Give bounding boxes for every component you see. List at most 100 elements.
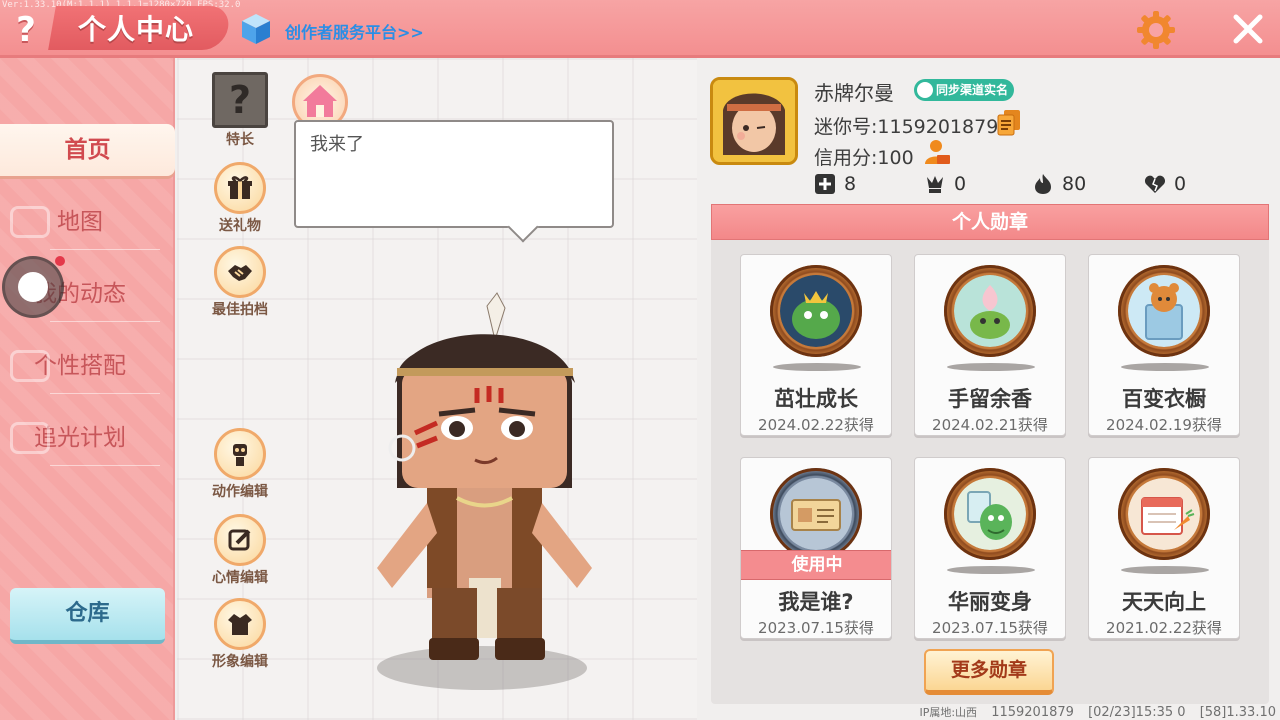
medal-card[interactable]: 茁壮成长 2024.02.22获得 [740, 254, 892, 436]
notification-dot [55, 256, 65, 266]
gear-icon[interactable] [1135, 9, 1177, 51]
handshake-icon [214, 246, 266, 298]
realname-badge[interactable]: 同步渠道实名 [914, 79, 1015, 101]
medal-name: 天天向上 [1122, 590, 1206, 614]
speech-bubble: 我来了 [294, 120, 614, 228]
gift-icon [214, 162, 266, 214]
edit-pencil-icon [214, 514, 266, 566]
trophy-person-icon [927, 176, 943, 193]
best-partner-label: 最佳拍档 [212, 302, 268, 318]
speech-text: 我来了 [310, 134, 364, 155]
medal-name: 百变衣橱 [1122, 387, 1206, 411]
nav-item-outfit[interactable]: 个性搭配 [0, 340, 160, 392]
calendar-carrot-icon [1118, 468, 1210, 560]
stat-heart[interactable]: 0 [1144, 173, 1186, 195]
medal-card[interactable]: 手留余香 2024.02.21获得 [914, 254, 1066, 436]
dino-mirror-icon [944, 468, 1036, 560]
mood-edit-label: 心情编辑 [212, 570, 268, 586]
cube-icon [242, 14, 270, 44]
mood-edit-button[interactable]: 心情编辑 [205, 514, 275, 587]
username: 赤牌尔曼 [814, 81, 894, 105]
mini-id: 迷你号:1159201879 [814, 116, 999, 138]
medal-date: 2024.02.19获得 [1106, 416, 1222, 434]
stat-plus[interactable]: 8 [814, 173, 856, 195]
credit-score: 信用分:100 [814, 147, 914, 169]
action-robot-icon [214, 428, 266, 480]
question-box-icon: ? [212, 72, 268, 128]
medal-date: 2023.07.15获得 [932, 619, 1048, 637]
realname-badge-label: 同步渠道实名 [936, 83, 1009, 97]
medal-header: 个人勋章 [711, 204, 1269, 240]
gift-label: 送礼物 [219, 218, 261, 234]
nav-item-label: 地图 [57, 209, 103, 235]
medal-card[interactable]: 天天向上 2021.02.22获得 [1088, 457, 1240, 639]
profile-header: 赤牌尔曼 同步渠道实名 迷你号:1159201879 信用分:100 8 0 8… [710, 75, 1270, 200]
nav-item-label: 首页 [64, 137, 111, 163]
medal-panel: 个人勋章 茁壮成长 2024.02.22获得 手留余香 2024.02.21获得… [711, 204, 1269, 704]
medal-card[interactable]: 使用中 我是谁? 2023.07.15获得 [740, 457, 892, 639]
warehouse-button[interactable]: 仓库 [10, 588, 165, 644]
fire-icon [1035, 174, 1051, 194]
stat-fire[interactable]: 80 [1032, 173, 1086, 195]
broken-heart-icon [1144, 175, 1166, 193]
top-bar: Ver:1.33.10(M:1.1.1) 1.1.1=1280×720 FPS:… [0, 0, 1280, 58]
nav-ghost-icon [10, 206, 50, 238]
gift-button[interactable]: 送礼物 [205, 162, 275, 235]
in-use-badge: 使用中 [741, 550, 891, 580]
medal-shadow [1121, 363, 1209, 371]
outfit-icon [214, 598, 266, 650]
creator-platform-link[interactable]: 创作者服务平台>> [285, 19, 424, 43]
touch-indicator [2, 256, 64, 318]
credit-person-icon[interactable] [922, 137, 952, 167]
specialty-button[interactable]: ? 特长 [205, 72, 275, 149]
nav-item-home[interactable]: 首页 [0, 124, 175, 176]
stat-plus-value: 8 [844, 173, 857, 195]
footer-uid: 1159201879 [991, 705, 1074, 720]
character-model[interactable] [357, 288, 617, 720]
status-footer: IP属地:山西 1159201879 [02/23]15:35 0 [58]1.… [909, 704, 1276, 720]
footer-time: [02/23]15:35 0 [1088, 705, 1186, 720]
image-edit-button[interactable]: 形象编辑 [205, 598, 275, 671]
action-edit-button[interactable]: 动作编辑 [205, 428, 275, 501]
nav-divider [50, 393, 160, 394]
medal-date: 2024.02.21获得 [932, 416, 1048, 434]
medal-name: 华丽变身 [948, 590, 1032, 614]
medal-date: 2023.07.15获得 [758, 619, 874, 637]
specialty-label: 特长 [226, 132, 254, 148]
nav-item-chase-light[interactable]: 追光计划 [0, 412, 160, 464]
lotus-frog-icon [944, 265, 1036, 357]
medal-shadow [1121, 566, 1209, 574]
left-nav: 首页 地图 我的动态 个性搭配 追光计划 仓库 [0, 58, 175, 720]
medal-name: 茁壮成长 [774, 387, 858, 411]
medal-date: 2021.02.22获得 [1106, 619, 1222, 637]
green-dragon-king-icon [770, 265, 862, 357]
medal-date: 2024.02.22获得 [758, 416, 874, 434]
nav-divider [50, 249, 160, 250]
character-stage: ? 特长 我来了 送礼物 最佳拍档 动作编辑 心情编辑 形象编辑 [177, 58, 697, 720]
ip-location: IP属地:山西 [919, 706, 978, 719]
close-icon[interactable] [1230, 11, 1266, 47]
bear-wardrobe-icon [1118, 265, 1210, 357]
stat-heart-value: 0 [1174, 173, 1187, 195]
help-button[interactable]: ? [8, 10, 44, 50]
plus-box-icon [815, 174, 835, 194]
nav-divider [50, 465, 160, 466]
nav-ghost-icon [10, 422, 50, 454]
verified-person-icon [917, 82, 933, 98]
medal-name: 手留余香 [948, 387, 1032, 411]
more-medals-button[interactable]: 更多勋章 [924, 649, 1054, 695]
nav-item-map[interactable]: 地图 [0, 196, 160, 248]
medal-card[interactable]: 百变衣橱 2024.02.19获得 [1088, 254, 1240, 436]
stat-trophy[interactable]: 0 [924, 173, 966, 195]
nav-ghost-icon [10, 350, 50, 382]
action-edit-label: 动作编辑 [212, 484, 268, 500]
avatar[interactable] [710, 77, 798, 165]
stat-fire-value: 80 [1062, 173, 1087, 195]
footer-version: [58]1.33.10 [1199, 705, 1276, 720]
best-partner-button[interactable]: 最佳拍档 [205, 246, 275, 319]
medal-shadow [947, 566, 1035, 574]
image-edit-label: 形象编辑 [212, 654, 268, 670]
stat-trophy-value: 0 [954, 173, 967, 195]
copy-icon[interactable] [996, 108, 1022, 136]
medal-card[interactable]: 华丽变身 2023.07.15获得 [914, 457, 1066, 639]
